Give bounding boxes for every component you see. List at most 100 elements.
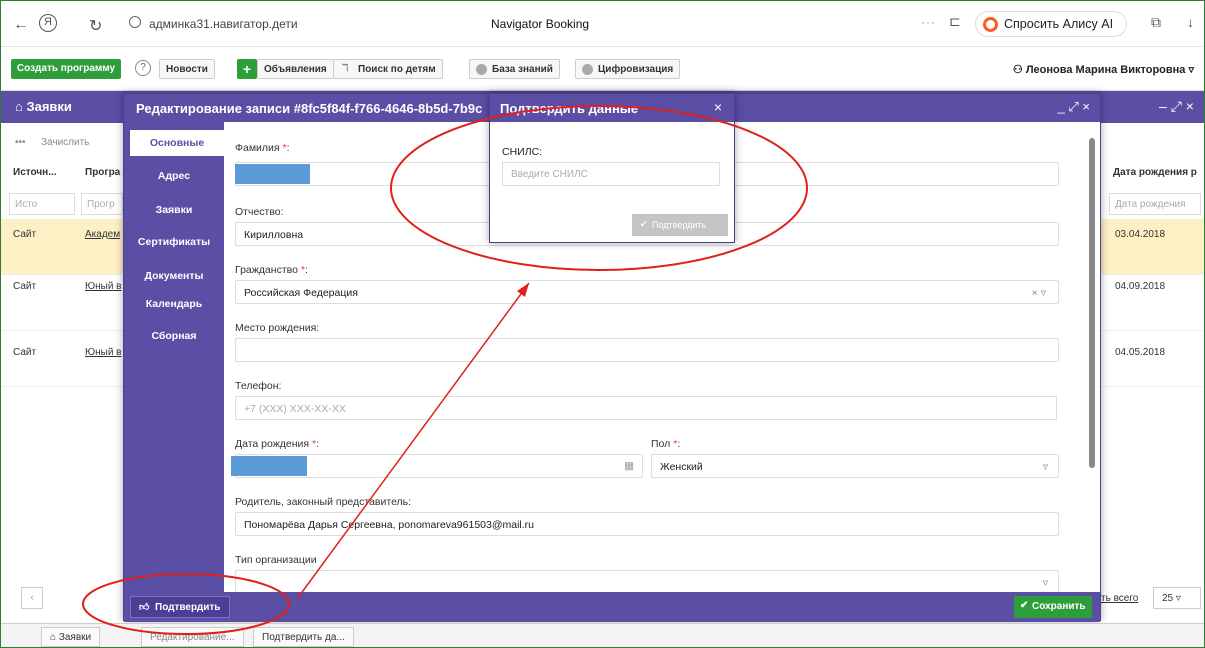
parent-field[interactable]: Пономарёва Дарья Сергеевна, ponomareva96… bbox=[235, 512, 1059, 536]
cell-birthdate: 04.09.2018 bbox=[1115, 281, 1166, 292]
gear-icon bbox=[476, 64, 487, 75]
browser-address-bar: ← Я ↻ админка31.навигатор.дети Navigator… bbox=[1, 1, 1204, 47]
user-name: Леонова Марина Викторовна bbox=[1025, 64, 1186, 76]
requests-window-title: ⌂ Заявки bbox=[15, 99, 72, 114]
cell-birthdate: 04.05.2018 bbox=[1115, 347, 1166, 358]
help-icon[interactable]: ? bbox=[135, 60, 151, 76]
add-ad-icon[interactable]: + bbox=[237, 59, 257, 79]
filter-source[interactable]: Исто bbox=[9, 193, 75, 215]
surname-label: Фамилия *: bbox=[235, 142, 290, 154]
confirm-button[interactable]: 👍︎ Подтвердить bbox=[130, 596, 230, 618]
task-confirm-data[interactable]: Подтвердить да... bbox=[253, 627, 354, 647]
app-toolbar: Создать программу ? Новости + Объявления… bbox=[1, 47, 1204, 91]
tie-icon: ℸ bbox=[342, 63, 349, 74]
page-size-select[interactable]: 25 ▿ bbox=[1153, 587, 1201, 609]
tab-certificates[interactable]: Сертификаты bbox=[124, 236, 224, 248]
birthplace-field[interactable] bbox=[235, 338, 1059, 362]
save-button[interactable]: ✔ Сохранить bbox=[1014, 596, 1092, 618]
tab-requests[interactable]: Заявки bbox=[124, 204, 224, 216]
browser-window: ← Я ↻ админка31.навигатор.дети Navigator… bbox=[0, 0, 1205, 648]
alice-button[interactable]: Спросить Алису AI bbox=[975, 11, 1127, 37]
tab-calendar[interactable]: Календарь bbox=[124, 298, 224, 310]
dialog-header: Подтвердить данные × bbox=[490, 94, 734, 122]
site-info-icon[interactable] bbox=[129, 16, 141, 28]
snils-input[interactable]: Введите СНИЛС bbox=[502, 162, 720, 186]
check-icon: ✔ bbox=[1020, 600, 1029, 611]
modal-title: Редактирование записи #8fc5f84f-f766-464… bbox=[136, 101, 483, 116]
reload-icon[interactable]: ↻ bbox=[89, 16, 102, 36]
snils-label: СНИЛС: bbox=[502, 146, 543, 158]
page-prev-icon[interactable]: ‹ bbox=[21, 587, 43, 609]
ads-button[interactable]: Объявления bbox=[257, 59, 334, 79]
window-taskbar: ⌂ Заявки Редактирование... Подтвердить д… bbox=[1, 623, 1204, 647]
clear-chevron-icon[interactable]: × ▿ bbox=[1032, 287, 1046, 299]
alice-label: Спросить Алису AI bbox=[1004, 17, 1114, 31]
column-source[interactable]: Источн... bbox=[13, 167, 57, 178]
column-program[interactable]: Програ bbox=[85, 167, 120, 178]
modal-tabs: Основные Адрес Заявки Сертификаты Докуме… bbox=[124, 122, 224, 592]
yandex-icon[interactable]: Я bbox=[39, 14, 57, 32]
confirm-data-dialog: Подтвердить данные × СНИЛС: Введите СНИЛ… bbox=[489, 93, 735, 243]
cell-source: Сайт bbox=[13, 347, 37, 358]
phone-field[interactable]: +7 (XXX) XXX-XX-XX bbox=[235, 396, 1057, 420]
org-type-label: Тип организации bbox=[235, 554, 317, 566]
window-controls-icon[interactable]: – ⤢ × bbox=[1159, 98, 1194, 115]
total-label: ть всего bbox=[1101, 593, 1139, 604]
url-field[interactable]: админка31.навигатор.дети Navigator Booki… bbox=[121, 13, 911, 35]
redacted-surname bbox=[235, 164, 310, 184]
news-button[interactable]: Новости bbox=[159, 59, 215, 79]
back-icon[interactable]: ← bbox=[13, 16, 29, 34]
chevron-down-icon: ▿ bbox=[1188, 64, 1194, 76]
citizenship-label: Гражданство *: bbox=[235, 264, 308, 276]
cell-program[interactable]: Академ bbox=[85, 229, 120, 240]
chevron-down-icon: ▿ bbox=[1042, 577, 1048, 589]
scroll-thumb[interactable] bbox=[1089, 138, 1095, 468]
filter-program[interactable]: Прогр bbox=[81, 193, 123, 215]
tab-documents[interactable]: Документы bbox=[124, 270, 224, 282]
modal-footer: 👍︎ Подтвердить ✔ Сохранить bbox=[124, 592, 1100, 622]
parent-label: Родитель, законный представитель: bbox=[235, 496, 412, 508]
cell-source: Сайт bbox=[13, 281, 37, 292]
bookmark-icon[interactable]: ⊏ bbox=[949, 13, 961, 30]
download-icon[interactable]: ↓ bbox=[1187, 14, 1194, 30]
knowledge-base-button[interactable]: База знаний bbox=[469, 59, 560, 79]
create-program-button[interactable]: Создать программу bbox=[11, 59, 121, 79]
gender-select[interactable]: Женский ▿ bbox=[651, 454, 1059, 478]
cell-program[interactable]: Юный в bbox=[85, 281, 122, 292]
gender-label: Пол *: bbox=[651, 438, 681, 450]
page-title: Navigator Booking bbox=[491, 17, 590, 31]
enroll-button[interactable]: Зачислить bbox=[41, 137, 89, 148]
tabs-icon[interactable]: ⧉ bbox=[1151, 14, 1161, 31]
birthdate-label: Дата рождения *: bbox=[235, 438, 320, 450]
redacted-birthdate bbox=[231, 456, 307, 476]
knowledge-base-label: База знаний bbox=[492, 64, 553, 75]
close-icon[interactable]: × bbox=[714, 99, 722, 115]
tab-main[interactable]: Основные bbox=[130, 130, 224, 156]
more-icon[interactable]: ··· bbox=[921, 15, 936, 29]
citizenship-select[interactable]: Российская Федерация × ▿ bbox=[235, 280, 1059, 304]
children-search-label: Поиск по детям bbox=[358, 64, 436, 75]
calendar-icon[interactable]: ▦ bbox=[624, 460, 634, 472]
form-scrollbar[interactable] bbox=[1088, 124, 1096, 594]
dialog-title: Подтвердить данные bbox=[500, 101, 639, 116]
more-actions-icon[interactable]: ••• bbox=[15, 137, 26, 148]
task-edit-record[interactable]: Редактирование... bbox=[141, 627, 244, 647]
tab-address[interactable]: Адрес bbox=[124, 170, 224, 182]
digital-icon bbox=[582, 64, 593, 75]
cell-program[interactable]: Юный в bbox=[85, 347, 122, 358]
user-menu[interactable]: ⚇ Леонова Марина Викторовна ▿ bbox=[1013, 63, 1194, 76]
check-icon: ✔ bbox=[640, 219, 648, 229]
phone-label: Телефон: bbox=[235, 380, 282, 392]
digitalization-button[interactable]: Цифровизация bbox=[575, 59, 681, 79]
org-type-select[interactable]: ▿ bbox=[235, 570, 1059, 592]
filter-birthdate[interactable]: Дата рождения bbox=[1109, 193, 1201, 215]
dialog-confirm-button[interactable]: ✔ Подтвердить bbox=[632, 214, 728, 236]
children-search-button[interactable]: ℸ Поиск по детям bbox=[333, 59, 443, 79]
url-host: админка31.навигатор.дети bbox=[149, 17, 298, 31]
tab-team[interactable]: Сборная bbox=[124, 330, 224, 342]
chevron-down-icon: ▿ bbox=[1042, 461, 1048, 473]
column-birthdate[interactable]: Дата рождения р bbox=[1113, 167, 1197, 178]
modal-window-controls-icon[interactable]: _ ⤢ × bbox=[1058, 99, 1090, 115]
task-requests[interactable]: ⌂ Заявки bbox=[41, 627, 101, 647]
birthplace-label: Место рождения: bbox=[235, 322, 320, 334]
